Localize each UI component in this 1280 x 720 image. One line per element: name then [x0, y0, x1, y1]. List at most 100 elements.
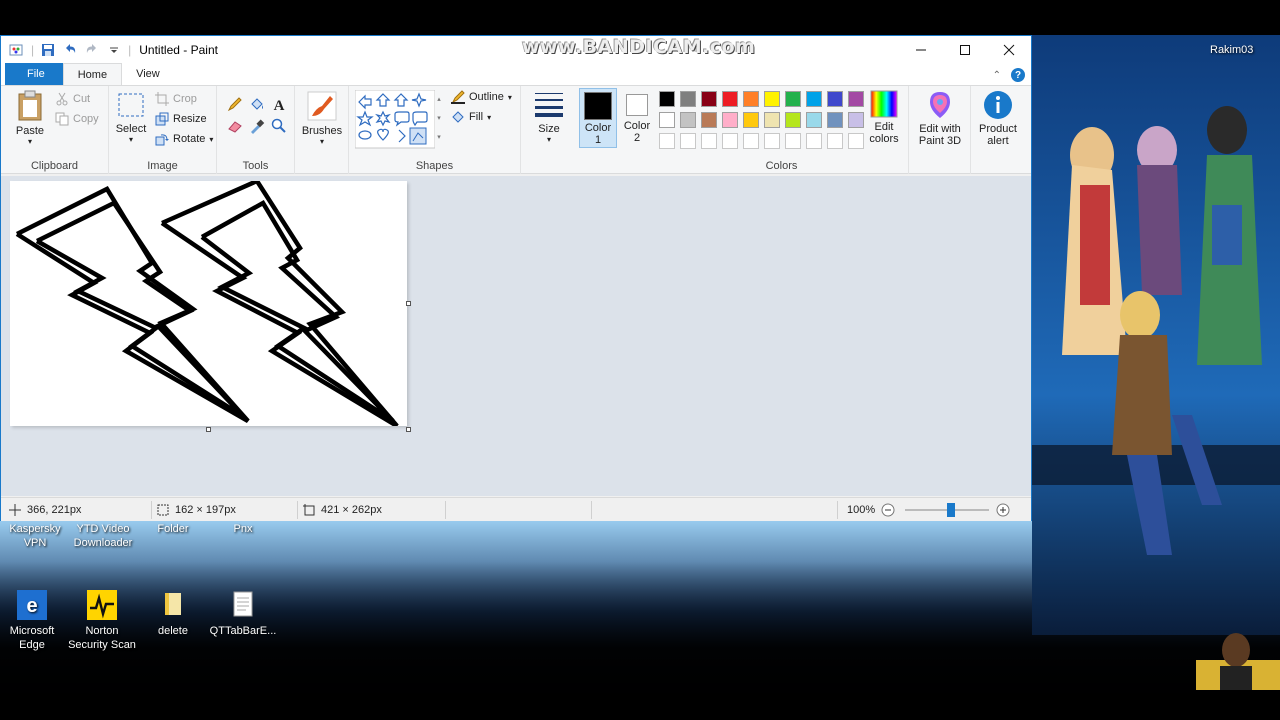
zoom-out-button[interactable]	[881, 498, 895, 522]
brush-icon	[307, 91, 337, 121]
desktop-icon-kaspersky-vpn[interactable]: Kaspersky VPN	[0, 522, 70, 550]
edge-icon: e	[17, 590, 47, 620]
edit-colors-label: Edit	[874, 121, 894, 133]
palette-custom-swatch[interactable]	[785, 133, 801, 149]
edit-with-paint3d-button[interactable]: Edit with Paint 3D	[911, 90, 969, 147]
paste-icon	[18, 90, 42, 121]
resize-button[interactable]: Resize	[155, 112, 207, 126]
cursor-position: 366, 221px	[9, 498, 81, 522]
crop-label: Crop	[173, 93, 197, 105]
zoom-slider-thumb[interactable]	[947, 503, 956, 517]
help-icon[interactable]: ?	[1011, 68, 1025, 82]
desktop-icon-qttabbar[interactable]: QTTabBarE...	[208, 590, 278, 638]
separator: |	[128, 43, 132, 57]
color-picker-icon[interactable]	[249, 118, 265, 134]
save-icon[interactable]	[40, 42, 56, 58]
undo-icon[interactable]	[62, 42, 78, 58]
product-alert-button[interactable]: Product alert	[973, 90, 1023, 147]
desktop-icon-label: delete	[158, 625, 188, 637]
desktop-icon-pnx[interactable]: Pnx	[208, 522, 278, 536]
paint3d-group: Edit with Paint 3D	[909, 86, 971, 174]
edit-colors-label-2: colors	[869, 133, 899, 145]
outline-button[interactable]: Outline ▾	[451, 90, 512, 104]
palette-custom-swatch[interactable]	[722, 133, 738, 149]
text-tool-icon[interactable]: A	[271, 96, 287, 112]
collapse-ribbon-icon[interactable]: ⌃	[993, 70, 1001, 81]
palette-swatch[interactable]	[743, 91, 759, 107]
desktop-icon-ytd-video-downloader[interactable]: YTD Video Downloader	[67, 522, 139, 550]
pencil-icon[interactable]	[227, 96, 243, 112]
outline-label: Outline	[469, 91, 504, 103]
palette-swatch[interactable]	[764, 91, 780, 107]
palette-custom-swatch[interactable]	[680, 133, 696, 149]
palette-swatch[interactable]	[848, 112, 864, 128]
palette-swatch[interactable]	[722, 112, 738, 128]
palette-swatch[interactable]	[785, 112, 801, 128]
chevron-down-icon: ▾	[487, 112, 492, 122]
palette-custom-swatch[interactable]	[764, 133, 780, 149]
cut-button[interactable]: Cut	[55, 92, 90, 106]
brushes-button[interactable]: Brushes ▾	[299, 90, 345, 146]
palette-swatch[interactable]	[785, 91, 801, 107]
desktop-icon-microsoft-edge[interactable]: e Microsoft Edge	[0, 590, 67, 652]
palette-swatch[interactable]	[806, 112, 822, 128]
select-button[interactable]: Select ▾	[113, 90, 149, 144]
palette-custom-swatch[interactable]	[827, 133, 843, 149]
resize-handle-bottom[interactable]	[206, 427, 211, 432]
fill-button[interactable]: Fill ▾	[451, 110, 491, 124]
customize-toolbar-icon[interactable]	[106, 42, 122, 58]
palette-custom-swatch[interactable]	[848, 133, 864, 149]
zoom-level: 100%	[847, 498, 875, 522]
palette-swatch[interactable]	[806, 91, 822, 107]
palette-swatch[interactable]	[722, 91, 738, 107]
palette-swatch[interactable]	[680, 91, 696, 107]
resize-handle-right[interactable]	[406, 301, 411, 306]
maximize-button[interactable]	[943, 36, 987, 64]
shapes-gallery[interactable]	[355, 90, 435, 150]
magnifier-icon[interactable]	[271, 118, 287, 134]
palette-swatch[interactable]	[743, 112, 759, 128]
palette-swatch[interactable]	[701, 112, 717, 128]
palette-custom-swatch[interactable]	[701, 133, 717, 149]
paste-button[interactable]: Paste ▾	[9, 90, 51, 146]
cursor-position-text: 366, 221px	[27, 504, 82, 516]
redo-icon[interactable]	[84, 42, 100, 58]
palette-swatch[interactable]	[848, 91, 864, 107]
copy-button[interactable]: Copy	[55, 112, 99, 126]
rotate-button[interactable]: Rotate ▾	[155, 132, 213, 146]
palette-custom-swatch[interactable]	[743, 133, 759, 149]
crop-button[interactable]: Crop	[155, 92, 197, 106]
size-button[interactable]: Size ▾	[529, 90, 569, 144]
desktop-icon-label: Folder	[157, 523, 189, 535]
svg-text:e: e	[26, 595, 37, 617]
tab-home[interactable]: Home	[62, 63, 123, 85]
drawing-canvas[interactable]	[10, 178, 411, 432]
shapes-scroll[interactable]: ▴ ▾ ▾	[435, 90, 443, 148]
palette-swatch[interactable]	[764, 112, 780, 128]
palette-custom-swatch[interactable]	[806, 133, 822, 149]
palette-swatch[interactable]	[680, 112, 696, 128]
zoom-in-button[interactable]	[996, 498, 1010, 522]
color1-button[interactable]: Color 1	[579, 88, 617, 148]
tab-file[interactable]: File	[5, 63, 63, 85]
close-button[interactable]	[987, 36, 1031, 64]
resize-handle-corner[interactable]	[406, 427, 411, 432]
fill-bucket-icon[interactable]	[249, 96, 265, 112]
chevron-down-icon: ▾	[507, 92, 512, 102]
palette-swatch[interactable]	[827, 91, 843, 107]
palette-custom-swatch[interactable]	[659, 133, 675, 149]
tab-view[interactable]: View	[122, 63, 174, 85]
palette-swatch[interactable]	[827, 112, 843, 128]
desktop-icon-delete[interactable]: delete	[138, 590, 208, 638]
desktop-icon-norton-security-scan[interactable]: Norton Security Scan	[67, 590, 137, 652]
desktop-icon-folder[interactable]: Folder	[138, 522, 208, 536]
eraser-icon[interactable]	[227, 118, 243, 134]
edit-colors-button[interactable]: Edit colors	[865, 90, 903, 145]
palette-swatch[interactable]	[659, 91, 675, 107]
palette-swatch[interactable]	[701, 91, 717, 107]
color2-button[interactable]: Color 2	[619, 88, 655, 148]
lightning-drawing	[15, 178, 399, 428]
minimize-button[interactable]	[899, 36, 943, 64]
desktop-user-label[interactable]: Rakim03	[1210, 44, 1253, 56]
palette-swatch[interactable]	[659, 112, 675, 128]
